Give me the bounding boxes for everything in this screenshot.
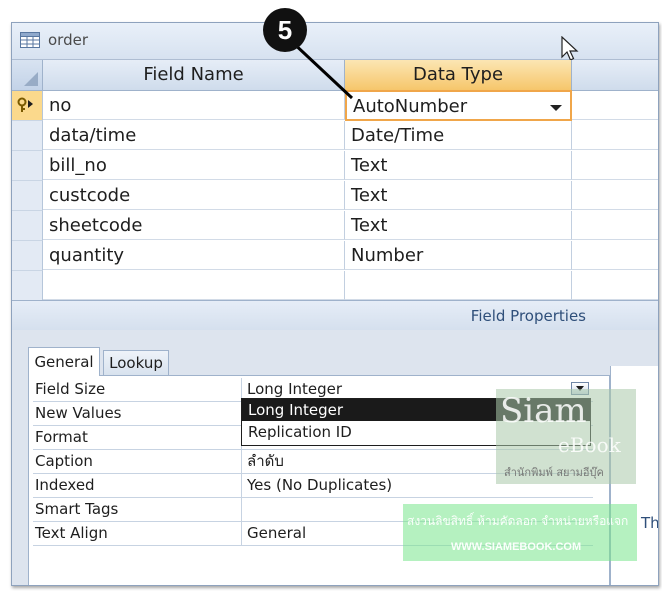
step-number-badge: 5 — [263, 8, 307, 52]
callout-pointer-line — [288, 38, 354, 100]
